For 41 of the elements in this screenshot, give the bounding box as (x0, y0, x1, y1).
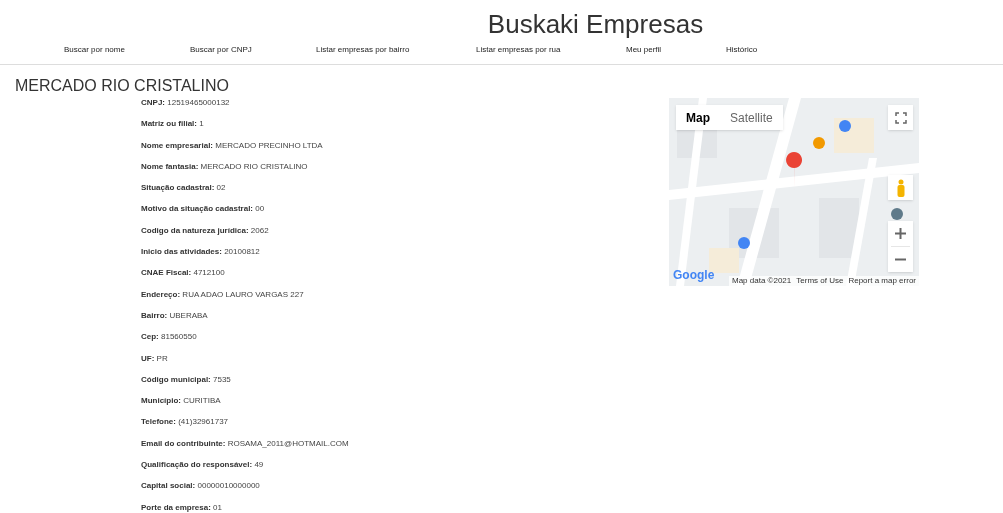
field-line: Capital social: 00000010000000 (141, 481, 261, 492)
field-line: Nome empresarial: MERCADO PRECINHO LTDA (141, 140, 324, 151)
field-line: Telefone: (41)32961737 (141, 417, 230, 428)
map-type-tab[interactable]: Map (676, 105, 720, 130)
field-line: Email do contribuinte: ROSAMA_2011@HOTMAIL.COM (141, 438, 350, 449)
nav-link[interactable]: Buscar por CNPJ (190, 44, 316, 56)
nav-link[interactable]: Meu perfil (626, 44, 726, 56)
field-line: Endereço: RUA ADAO LAURO VARGAS 227 (141, 289, 305, 300)
site-title: Buskaki Empresas (487, 9, 704, 39)
field-line: Nome fantasia: MERCADO RIO CRISTALINO (141, 161, 309, 172)
minus-icon (895, 258, 906, 261)
field-line: Bairro: UBERABA (141, 310, 209, 321)
map-footer-link[interactable]: Report a map error (848, 276, 916, 286)
field-line: Cep: 81560550 (141, 332, 198, 343)
field-line: Codigo da natureza jurídica: 2062 (141, 225, 270, 236)
field-line: Código municipal: 7535 (141, 374, 232, 385)
company-title: MERCADO RIO CRISTALINO (15, 76, 230, 96)
field-line: Porte da empresa: 01 (141, 502, 223, 513)
street-view-button[interactable] (888, 175, 913, 200)
field-line: Motivo da situação cadastral: 00 (141, 204, 266, 215)
field-line: Matriz ou filial: 1 (141, 119, 205, 130)
nav-link[interactable]: Histórico (726, 44, 826, 56)
map-footer-link[interactable]: Terms of Use (796, 276, 844, 286)
map-footer-link: Map data ©2021 (732, 276, 792, 286)
field-line: Situação cadastral: 02 (141, 183, 227, 194)
plus-icon (895, 228, 906, 239)
nav-link[interactable]: Listar empresas por bairro (316, 44, 476, 56)
map-type-tab[interactable]: Satellite (720, 105, 783, 130)
field-line: Município: CURITIBA (141, 396, 222, 407)
person-icon (895, 178, 906, 197)
fullscreen-button[interactable] (888, 105, 913, 130)
fullscreen-icon (894, 111, 907, 124)
field-line: Inicio das atividades: 20100812 (141, 247, 261, 258)
map[interactable]: Map Satellite Google Map data ©2021 Terms of Use Report a map error (669, 98, 919, 286)
field-line: CNAE Fiscal: 4712100 (141, 268, 226, 279)
field-line: UF: PR (141, 353, 169, 364)
nav-link[interactable]: Listar empresas por rua (476, 44, 626, 56)
field-line: Qualificação do responsável: 49 (141, 460, 265, 471)
nav-link[interactable]: Buscar por nome (64, 44, 190, 56)
map-logo: Google (673, 267, 715, 284)
field-line: CNPJ: 12519465000132 (141, 98, 231, 108)
